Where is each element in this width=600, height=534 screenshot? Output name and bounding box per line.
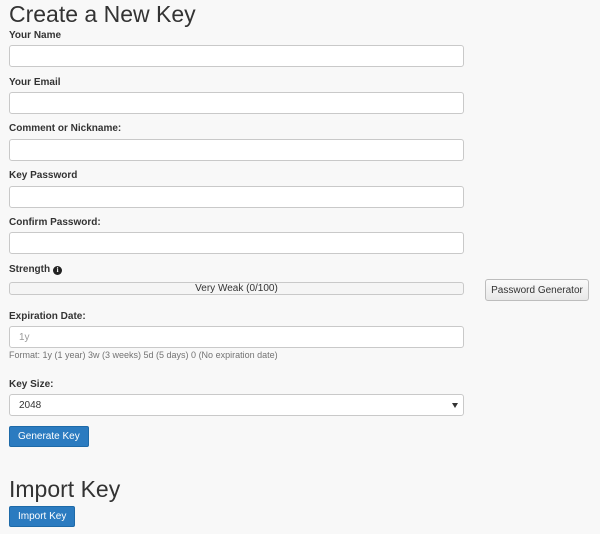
caret-down-icon bbox=[452, 403, 458, 408]
email-input[interactable] bbox=[9, 92, 464, 114]
strength-label-row: Strength i bbox=[9, 264, 63, 276]
import-key-button[interactable]: Import Key bbox=[9, 506, 76, 527]
confirm-password-input[interactable] bbox=[9, 232, 464, 254]
expiration-input[interactable] bbox=[9, 326, 464, 348]
name-input[interactable] bbox=[9, 45, 464, 67]
key-size-label: Key Size: bbox=[9, 379, 54, 390]
password-strength-meter: Very Weak (0/100) bbox=[9, 282, 464, 295]
expiration-label: Expiration Date: bbox=[9, 311, 86, 322]
key-password-input[interactable] bbox=[9, 186, 464, 208]
strength-label: Strength bbox=[9, 264, 51, 275]
info-icon[interactable]: i bbox=[53, 266, 63, 275]
create-key-heading: Create a New Key bbox=[9, 1, 196, 27]
comment-label: Comment or Nickname: bbox=[9, 123, 122, 134]
email-label: Your Email bbox=[9, 77, 61, 88]
expiration-help-text: Format: 1y (1 year) 3w (3 weeks) 5d (5 d… bbox=[9, 350, 278, 360]
key-password-label: Key Password bbox=[9, 170, 78, 181]
key-size-select[interactable]: 2048 bbox=[9, 394, 464, 416]
comment-input[interactable] bbox=[9, 139, 464, 161]
name-label: Your Name bbox=[9, 30, 62, 41]
import-key-heading: Import Key bbox=[9, 476, 121, 502]
confirm-password-label: Confirm Password: bbox=[9, 217, 101, 228]
generate-key-button[interactable]: Generate Key bbox=[9, 426, 89, 447]
gpg-keys-page: Create a New Key Your Name Your Email Co… bbox=[0, 0, 600, 534]
strength-meter-text: Very Weak (0/100) bbox=[195, 283, 278, 294]
password-generator-button[interactable]: Password Generator bbox=[485, 279, 589, 301]
key-size-value: 2048 bbox=[19, 400, 42, 411]
